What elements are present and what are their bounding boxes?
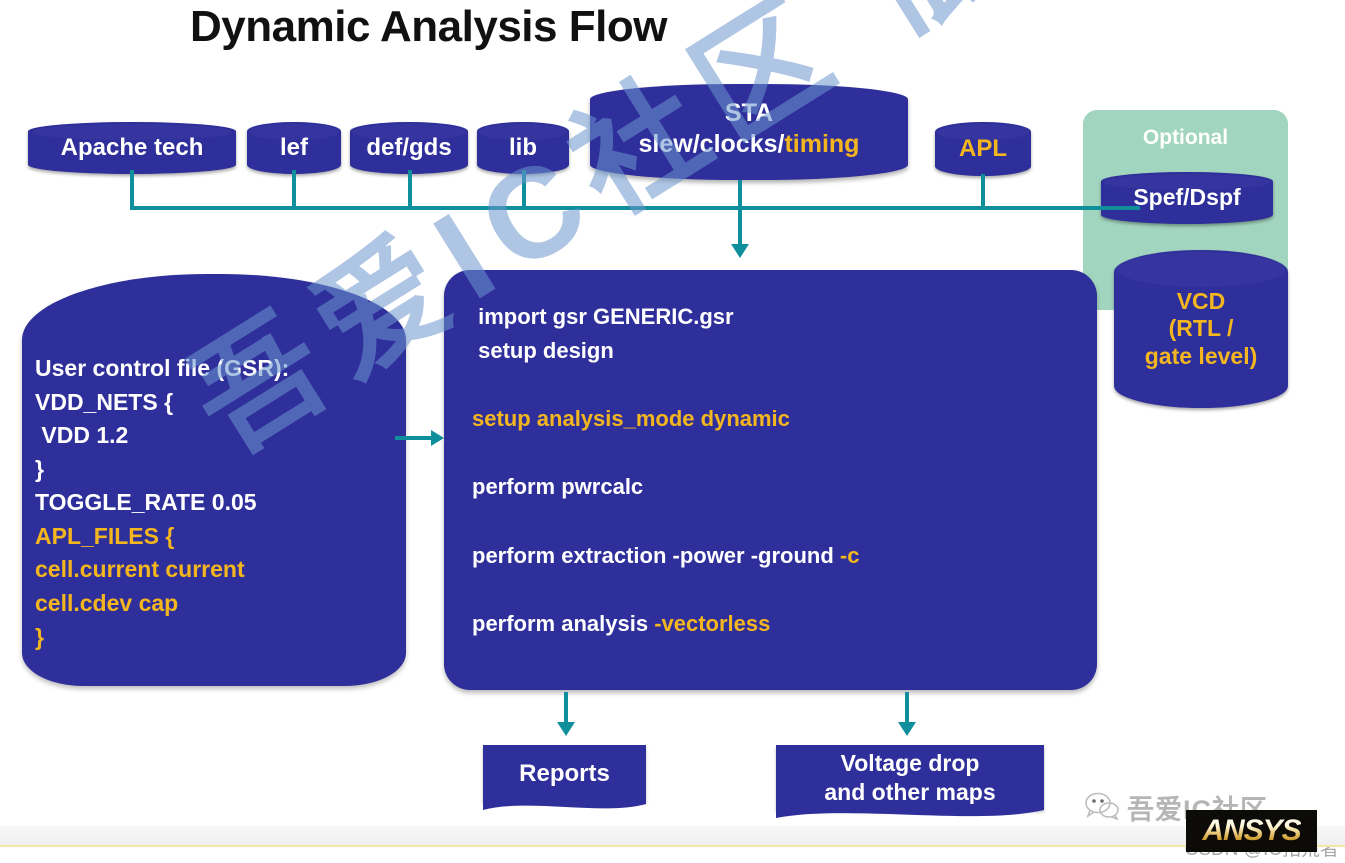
connector-to-maps [905, 692, 909, 724]
apl-cylinder[interactable]: APL [935, 122, 1031, 176]
maps-line-2: and other maps [824, 778, 996, 805]
maps-label: Voltage drop and other maps [824, 749, 995, 805]
command-line: perform pwrcalc [472, 470, 859, 504]
arrow-gsr-to-command [431, 430, 444, 446]
sta-subtitle-gold: timing [784, 129, 860, 158]
vcd-line-1: VCD [1176, 288, 1226, 315]
command-segment: perform extraction -power -ground [472, 542, 840, 568]
sta-subtitle: slew/clocks/timing [590, 129, 908, 160]
command-line: perform extraction -power -ground -c [472, 539, 859, 573]
connector-gsr-to-command [395, 436, 433, 440]
command-line: import gsr GENERIC.gsr [472, 300, 859, 334]
connector-to-reports [564, 692, 568, 724]
gsr-code-line: VDD_NETS { [35, 388, 174, 415]
input-cylinder-def-gds[interactable]: def/gds [350, 122, 468, 174]
command-segment: setup analysis_mode dynamic [472, 406, 790, 432]
sta-cylinder[interactable]: STA slew/clocks/timing [590, 84, 908, 180]
gsr-code-text: User control file (GSR): VDD_NETS { VDD 1… [35, 352, 289, 654]
connector-drop-to-command-box [738, 180, 742, 246]
connector-drop-defgds [408, 170, 412, 210]
command-segment: -c [839, 542, 860, 568]
input-cylinder-label: def/gds [366, 133, 452, 161]
sta-subtitle-white: slew/clocks/ [638, 129, 785, 158]
arrow-to-reports [557, 722, 575, 736]
connector-drop-apache [130, 170, 134, 210]
arrow-to-maps [898, 722, 916, 736]
sta-title: STA [724, 99, 774, 127]
command-segment: import gsr GENERIC.gsr [472, 304, 734, 329]
wechat-icon [1085, 792, 1119, 820]
command-line [472, 368, 859, 402]
command-line [472, 436, 859, 470]
spef-dspf-label: Spef/Dspf [1133, 184, 1241, 211]
maps-line-1: Voltage drop [840, 750, 980, 777]
vcd-line-2: (RTL / [1168, 315, 1234, 342]
spef-dspf-cylinder[interactable]: Spef/Dspf [1101, 172, 1273, 224]
optional-group-label: Optional [1142, 126, 1229, 149]
ansys-logo: ANSYS [1186, 810, 1317, 852]
arrow-into-command-box [731, 244, 749, 258]
gsr-code-line: TOGGLE_RATE 0.05 [35, 489, 257, 516]
command-segment: perform analysis [472, 610, 655, 636]
vcd-cylinder[interactable]: VCD (RTL / gate level) [1114, 250, 1288, 408]
command-segment: -vectorless [654, 610, 771, 636]
connector-drop-lef [292, 170, 296, 210]
reports-label: Reports [519, 759, 610, 787]
input-cylinder-lef[interactable]: lef [247, 122, 341, 174]
command-line: perform analysis -vectorless [472, 607, 859, 641]
document-wave-edge [483, 796, 646, 810]
input-cylinder-apache-tech[interactable]: Apache tech [28, 122, 236, 174]
cylinder-top-lip [1117, 252, 1285, 287]
command-script-text: import gsr GENERIC.gsr setup design setu… [472, 300, 859, 641]
connector-drop-apl [981, 174, 985, 210]
gsr-code-line: VDD 1.2 [35, 422, 129, 449]
gsr-code-line: } [35, 623, 44, 650]
command-segment: perform pwrcalc [472, 474, 644, 500]
ansys-wordmark: ANSYS [1202, 814, 1301, 847]
input-cylinder-label: lef [279, 133, 308, 161]
input-cylinder-lib[interactable]: lib [477, 122, 569, 174]
vcd-line-3: gate level) [1144, 342, 1258, 369]
vcd-label: VCD (RTL / gate level) [1145, 288, 1258, 369]
command-line: setup design [472, 334, 859, 368]
command-line [472, 573, 859, 607]
apl-label: APL [959, 134, 1007, 162]
input-cylinder-label: Apache tech [60, 133, 204, 161]
gsr-code-line: } [35, 455, 44, 482]
reports-output-box[interactable]: Reports [483, 745, 646, 810]
gsr-code-line: User control file (GSR): [35, 355, 290, 381]
gsr-code-line: cell.cdev cap [35, 590, 179, 617]
voltage-drop-maps-output-box[interactable]: Voltage drop and other maps [776, 745, 1044, 818]
connector-bus-horizontal [130, 206, 1140, 210]
command-line [472, 505, 859, 539]
command-line: setup analysis_mode dynamic [472, 402, 859, 436]
command-segment: setup design [472, 338, 614, 364]
diagram-canvas: Dynamic Analysis Flow Apache tech lef de… [0, 0, 1345, 863]
connector-drop-lib [522, 170, 526, 210]
page-title: Dynamic Analysis Flow [190, 2, 667, 51]
document-wave-edge [776, 804, 1044, 818]
input-cylinder-label: lib [509, 133, 537, 161]
gsr-code-line: APL_FILES { [35, 522, 175, 549]
brand-cluster: 吾爱IC社区 ANSYS [1083, 782, 1345, 852]
gsr-code-line: cell.current current [35, 556, 245, 583]
